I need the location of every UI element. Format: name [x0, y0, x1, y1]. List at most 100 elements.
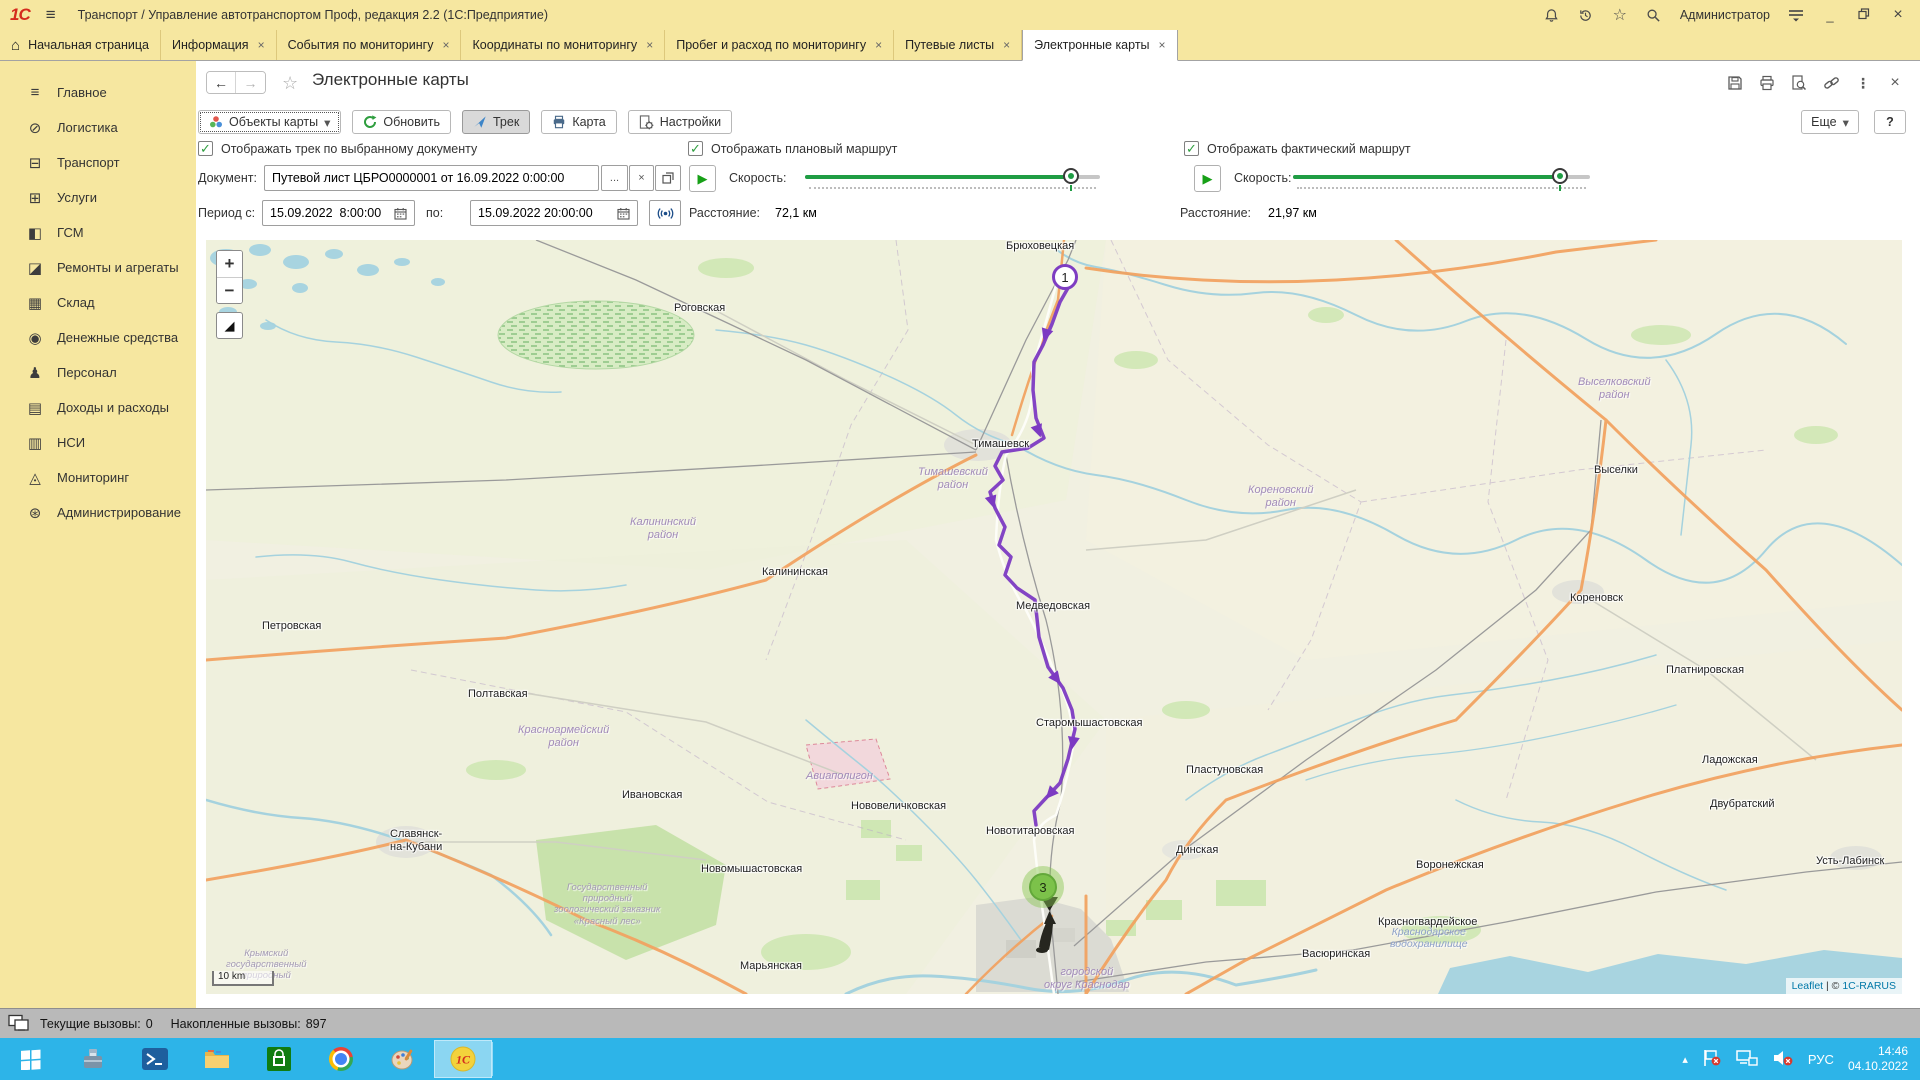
vendor-link[interactable]: 1C-RARUS	[1842, 980, 1896, 992]
period-from-field[interactable]: 15.09.2022 8:00:00	[262, 200, 415, 226]
print-icon[interactable]	[1758, 74, 1776, 92]
sidebar-item-money[interactable]: ◉Денежные средства	[0, 320, 196, 355]
tab-home[interactable]: ⌂Начальная страница	[0, 30, 161, 60]
tab-1[interactable]: Информация×	[161, 30, 277, 60]
document-label: Документ:	[198, 171, 257, 185]
save-icon[interactable]	[1726, 74, 1744, 92]
period-to-field[interactable]: 15.09.2022 20:00:00	[470, 200, 638, 226]
taskbar-toolbox-icon[interactable]	[62, 1038, 124, 1080]
track-button[interactable]: Трек	[462, 110, 530, 134]
plan-speed-slider[interactable]	[805, 167, 1100, 189]
repairs-icon: ◪	[26, 259, 44, 277]
tab-close-icon[interactable]: ×	[1159, 38, 1166, 52]
sidebar-item-label: Транспорт	[57, 155, 120, 170]
taskbar-1c-app-button[interactable]: 1С	[434, 1040, 492, 1078]
forward-button[interactable]: →	[236, 72, 265, 93]
tab-close-icon[interactable]: ×	[875, 38, 882, 52]
refresh-button[interactable]: Обновить	[352, 110, 451, 134]
taskbar-explorer-icon[interactable]	[186, 1038, 248, 1080]
tab-6[interactable]: Электронные карты×	[1022, 30, 1177, 61]
cluster-marker[interactable]: 3	[1029, 873, 1057, 901]
minimize-button[interactable]: _	[1822, 8, 1838, 23]
show-track-checkbox[interactable]: ✓ Отображать трек по выбранному документ…	[198, 141, 477, 156]
plan-play-button[interactable]: ▶	[689, 165, 716, 192]
favorites-star-icon[interactable]: ☆	[1612, 7, 1628, 23]
service-menu-icon[interactable]	[1788, 7, 1804, 23]
sidebar-item-nsi[interactable]: ▥НСИ	[0, 425, 196, 460]
tab-close-icon[interactable]: ×	[646, 38, 653, 52]
document-clear-button[interactable]: ×	[629, 165, 654, 191]
taskbar-clock[interactable]: 14:46 04.10.2022	[1848, 1044, 1908, 1074]
calendar-icon[interactable]	[617, 207, 630, 220]
tab-5[interactable]: Путевые листы×	[894, 30, 1022, 60]
current-user[interactable]: Администратор	[1680, 8, 1770, 22]
tab-close-icon[interactable]: ×	[442, 38, 449, 52]
main-icon: ≡	[26, 84, 44, 101]
coordinates-signal-button[interactable]	[649, 200, 681, 226]
tab-4[interactable]: Пробег и расход по мониторингу×	[665, 30, 894, 60]
taskbar-powershell-icon[interactable]	[124, 1038, 186, 1080]
fact-play-button[interactable]: ▶	[1194, 165, 1221, 192]
sidebar-item-personnel[interactable]: ♟Персонал	[0, 355, 196, 390]
tab-close-icon[interactable]: ×	[1003, 38, 1010, 52]
sidebar-item-logistics[interactable]: ⊘Логистика	[0, 110, 196, 145]
sidebar-item-monitoring[interactable]: ◬Мониторинг	[0, 460, 196, 495]
history-icon[interactable]	[1578, 7, 1594, 23]
settings-button[interactable]: Настройки	[628, 110, 732, 134]
zoom-in-button[interactable]: +	[217, 251, 242, 277]
track-start-marker[interactable]: 1	[1052, 264, 1078, 290]
tab-3[interactable]: Координаты по мониторингу×	[461, 30, 665, 60]
slider-thumb[interactable]	[1552, 168, 1568, 184]
show-plan-route-checkbox[interactable]: ✓ Отображать плановый маршрут	[688, 141, 897, 156]
add-favorite-star-icon[interactable]: ☆	[282, 73, 298, 94]
taskbar-chrome-icon[interactable]	[310, 1038, 372, 1080]
period-from-label: Период с:	[198, 206, 255, 220]
show-fact-route-checkbox[interactable]: ✓ Отображать фактический маршрут	[1184, 141, 1411, 156]
zoom-out-button[interactable]: −	[217, 277, 242, 303]
map-print-button[interactable]: Карта	[541, 110, 616, 134]
document-select-button[interactable]: ...	[601, 165, 628, 191]
close-window-button[interactable]: ×	[1890, 6, 1906, 24]
settings-icon	[639, 115, 654, 130]
taskbar-paint-icon[interactable]	[372, 1038, 434, 1080]
back-button[interactable]: ←	[207, 72, 236, 93]
more-actions-icon[interactable]: ⋮	[1854, 74, 1872, 92]
restore-button[interactable]	[1856, 8, 1872, 23]
measure-tool-button[interactable]: ◢	[216, 312, 243, 339]
slider-thumb[interactable]	[1063, 168, 1079, 184]
document-field[interactable]: Путевой лист ЦБРО0000001 от 16.09.2022 0…	[264, 165, 599, 191]
search-icon[interactable]	[1646, 7, 1662, 23]
print-preview-icon[interactable]	[1790, 74, 1808, 92]
get-link-icon[interactable]	[1822, 74, 1840, 92]
map-objects-button[interactable]: Объекты карты ▾	[198, 110, 341, 134]
sidebar-item-transport[interactable]: ⊟Транспорт	[0, 145, 196, 180]
sidebar-item-income[interactable]: ▤Доходы и расходы	[0, 390, 196, 425]
keyboard-language-indicator[interactable]: РУС	[1808, 1052, 1834, 1067]
sidebar-item-repairs[interactable]: ◪Ремонты и агрегаты	[0, 250, 196, 285]
sidebar-item-admin[interactable]: ⊛Администрирование	[0, 495, 196, 530]
calendar-icon[interactable]	[394, 207, 407, 220]
tray-volume-muted-icon[interactable]	[1772, 1049, 1794, 1070]
document-open-button[interactable]	[655, 165, 681, 191]
tab-2[interactable]: События по мониторингу×	[277, 30, 462, 60]
start-button[interactable]	[0, 1038, 62, 1080]
taskbar-store-icon[interactable]	[248, 1038, 310, 1080]
main-menu-icon[interactable]: ≡	[46, 5, 56, 25]
sidebar-item-services[interactable]: ⊞Услуги	[0, 180, 196, 215]
fact-speed-slider[interactable]	[1293, 167, 1590, 189]
more-button[interactable]: Еще ▾	[1801, 110, 1859, 134]
map-print-icon	[552, 115, 566, 129]
nav-history-group: ← →	[206, 71, 266, 94]
sidebar-item-fuel[interactable]: ◧ГСМ	[0, 215, 196, 250]
help-button[interactable]: ?	[1874, 110, 1906, 134]
sidebar-item-warehouse[interactable]: ▦Склад	[0, 285, 196, 320]
leaflet-link[interactable]: Leaflet	[1792, 980, 1824, 992]
notifications-bell-icon[interactable]	[1544, 7, 1560, 23]
sidebar-item-main[interactable]: ≡Главное	[0, 75, 196, 110]
tray-show-hidden-icon[interactable]: ▴	[1682, 1053, 1688, 1066]
close-form-icon[interactable]: ×	[1886, 74, 1904, 92]
tab-close-icon[interactable]: ×	[258, 38, 265, 52]
tray-flag-icon[interactable]	[1702, 1049, 1722, 1070]
tray-network-icon[interactable]	[1736, 1049, 1758, 1070]
map-canvas[interactable]: БрюховецкаяРоговскаяТимашевскВыселкиКали…	[206, 240, 1902, 994]
